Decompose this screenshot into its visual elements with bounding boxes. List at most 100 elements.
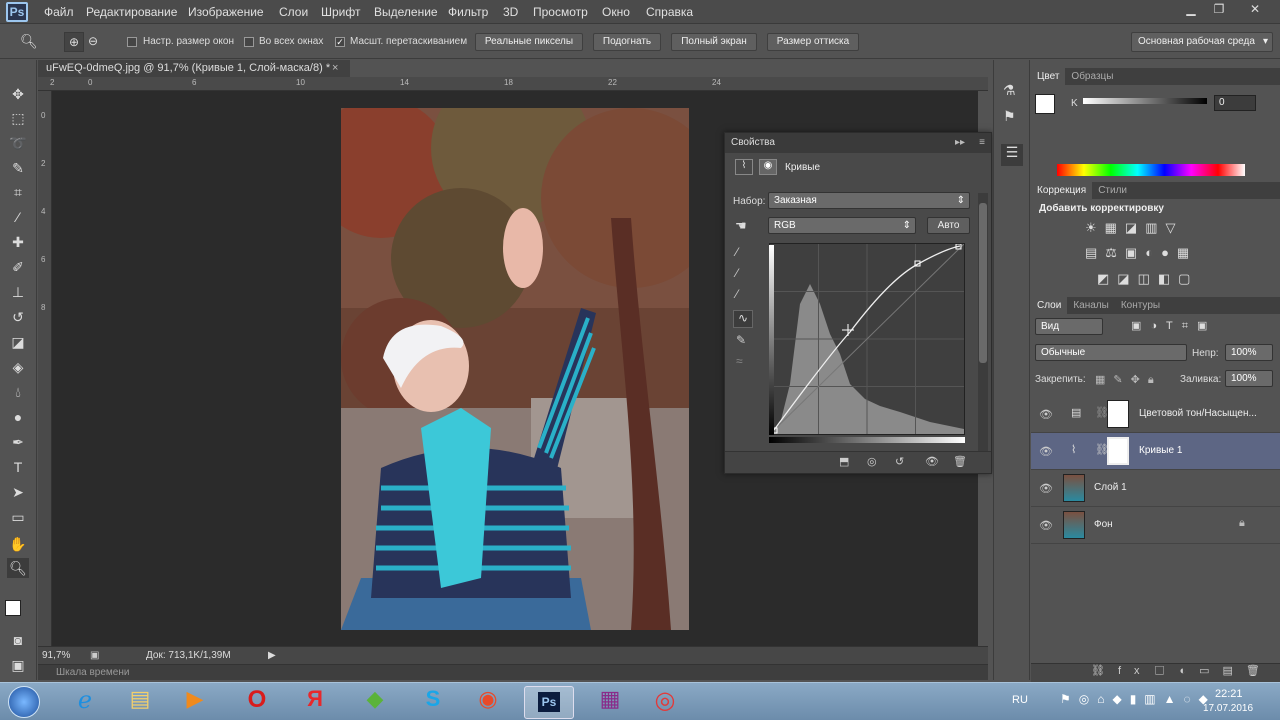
menu-select[interactable]: Выделение <box>374 5 438 19</box>
eraser-tool-icon[interactable]: ◪ <box>7 332 29 352</box>
crop-tool-icon[interactable]: ⌗ <box>7 182 29 202</box>
ie-icon[interactable]: ℯ <box>60 686 110 719</box>
timeline-panel[interactable]: Шкала времени <box>38 664 988 680</box>
foreground-color-swatch[interactable] <box>5 600 21 616</box>
quick-mask-icon[interactable]: ◙ <box>7 630 29 650</box>
resize-windows-checkbox[interactable] <box>127 37 137 47</box>
tab-layers[interactable]: Слои <box>1031 297 1068 314</box>
menu-window[interactable]: Окно <box>602 5 630 19</box>
actual-pixels-button[interactable]: Реальные пикселы <box>475 33 583 51</box>
menu-image[interactable]: Изображение <box>188 5 264 19</box>
white-point-eyedropper-icon[interactable]: ⁄ <box>736 287 738 301</box>
winrar-icon[interactable]: ▦ <box>585 686 635 719</box>
menu-edit[interactable]: Редактирование <box>86 5 177 19</box>
tab-swatches[interactable]: Образцы <box>1065 68 1119 85</box>
screen-mode-icon[interactable]: ▣ <box>7 655 29 675</box>
language-indicator[interactable]: RU <box>1012 694 1028 706</box>
menu-3d[interactable]: 3D <box>503 5 518 19</box>
eye-icon[interactable]: 👁︎ <box>1039 519 1053 532</box>
layer-filter-select[interactable]: Вид <box>1035 318 1103 335</box>
properties-scrollbar[interactable] <box>978 193 988 453</box>
menu-file[interactable]: Файл <box>44 5 74 19</box>
opacity-input[interactable]: 100% <box>1225 344 1273 361</box>
reset-icon[interactable]: ↺ <box>895 455 904 468</box>
scrubby-zoom-checkbox[interactable]: ✓ <box>335 37 345 47</box>
layer-row-selected[interactable]: 👁︎ ⌇ ⛓ Кривые 1 <box>1031 433 1280 470</box>
view-previous-icon[interactable]: ◎ <box>867 455 877 468</box>
mask-icon[interactable]: ◉ <box>759 159 777 175</box>
chrome-icon[interactable]: ◉ <box>463 686 513 719</box>
full-screen-button[interactable]: Полный экран <box>671 33 757 51</box>
eye-icon[interactable]: 👁︎ <box>1039 408 1053 421</box>
trash-icon[interactable]: 🗑︎ <box>953 455 967 468</box>
k-slider[interactable] <box>1083 98 1207 104</box>
close-tab-icon[interactable]: × <box>332 60 338 77</box>
layer-name[interactable]: Фон <box>1094 519 1113 530</box>
menu-layers[interactable]: Слои <box>279 5 308 19</box>
layer-row[interactable]: 👁︎ Фон 🔒︎ <box>1031 507 1280 544</box>
print-size-button[interactable]: Размер оттиска <box>767 33 859 51</box>
zoom-in-icon[interactable]: ⊕ <box>64 32 84 52</box>
pen-tool-icon[interactable]: ✒ <box>7 432 29 452</box>
history-icon[interactable]: ⚗ <box>1003 82 1016 99</box>
adjustment-icons-row1[interactable]: ☀▦◪▥▽ <box>1085 220 1184 236</box>
quick-select-tool-icon[interactable]: ✎ <box>7 158 29 178</box>
panel-menu-icon[interactable]: ≡ <box>979 133 985 153</box>
fit-screen-button[interactable]: Подогнать <box>593 33 661 51</box>
auto-button[interactable]: Авто <box>927 217 970 234</box>
eye-icon[interactable]: 👁︎ <box>1039 482 1053 495</box>
clock-time[interactable]: 22:21 <box>1215 688 1243 700</box>
document-photo[interactable] <box>341 108 689 630</box>
foreground-swatch[interactable] <box>1035 94 1055 114</box>
start-button[interactable] <box>8 686 40 718</box>
status-info-icon[interactable]: ▣ <box>90 650 99 661</box>
status-menu-arrow-icon[interactable]: ▶ <box>268 650 276 661</box>
tab-paths[interactable]: Контуры <box>1115 297 1166 314</box>
tab-styles[interactable]: Стили <box>1092 182 1133 199</box>
preset-select[interactable]: Заказная ⇕ <box>768 192 970 209</box>
bluestacks-icon[interactable]: ◆ <box>350 686 400 719</box>
scroll-thumb[interactable] <box>979 203 987 363</box>
clip-to-layer-icon[interactable]: ⬒ <box>839 455 849 468</box>
skype-icon[interactable]: S <box>408 686 458 719</box>
gray-point-eyedropper-icon[interactable]: ⁄ <box>736 266 738 280</box>
color-spectrum[interactable] <box>1057 164 1245 176</box>
blend-mode-select[interactable]: Обычные <box>1035 344 1187 361</box>
opera-icon[interactable]: O <box>232 686 282 719</box>
history-brush-tool-icon[interactable]: ↺ <box>7 307 29 327</box>
black-point-eyedropper-icon[interactable]: ⁄ <box>736 245 738 259</box>
visibility-icon[interactable]: 👁︎ <box>925 455 939 468</box>
smooth-curve-icon[interactable]: ≈ <box>736 354 743 368</box>
pencil-curve-icon[interactable]: ✎ <box>736 333 746 347</box>
properties-icon[interactable]: ☰ <box>1001 144 1023 166</box>
menu-type[interactable]: Шрифт <box>321 5 360 19</box>
hand-tool-icon[interactable]: ✋ <box>7 534 29 554</box>
tray-icons[interactable]: ⚑◎⌂◆▮▥▲◌◆ <box>1060 692 1216 706</box>
clock-date[interactable]: 17.07.2016 <box>1203 703 1253 714</box>
shape-tool-icon[interactable]: ▭ <box>7 507 29 527</box>
document-tab[interactable]: uFwEQ-0dmeQ.jpg @ 91,7% (Кривые 1, Слой-… <box>38 60 350 77</box>
zoom-out-icon[interactable]: ⊖ <box>88 34 98 48</box>
zoom-level[interactable]: 91,7% <box>42 650 70 661</box>
stamp-tool-icon[interactable]: ⊥ <box>7 282 29 302</box>
properties-title-bar[interactable]: Свойства ▸▸ ≡ <box>725 133 991 153</box>
layer-row[interactable]: 👁︎ Слой 1 <box>1031 470 1280 507</box>
lock-icons[interactable]: ▦✎✥🔒︎ <box>1095 373 1162 387</box>
zoom-tool-icon[interactable]: 🔍︎ <box>7 558 29 578</box>
zoom-tool-icon[interactable]: 🔍︎ <box>20 33 38 50</box>
layer-name[interactable]: Кривые 1 <box>1139 445 1182 456</box>
actions-icon[interactable]: ⚑ <box>1003 108 1016 125</box>
layer-name[interactable]: Цветовой тон/Насыщен... <box>1139 408 1257 419</box>
type-tool-icon[interactable]: T <box>7 457 29 477</box>
channel-select[interactable]: RGB ⇕ <box>768 217 916 234</box>
healing-tool-icon[interactable]: ✚ <box>7 232 29 252</box>
layer-row[interactable]: 👁︎ ▤ ⛓ Цветовой тон/Насыщен... <box>1031 396 1280 433</box>
collapse-icon[interactable]: ▸▸ <box>955 133 965 153</box>
yandex-icon[interactable]: Я <box>290 686 340 719</box>
path-select-tool-icon[interactable]: ➤ <box>7 482 29 502</box>
fill-input[interactable]: 100% <box>1225 370 1273 387</box>
layers-footer-icons[interactable]: ⛓fx◻◐▭▤🗑︎ <box>1031 663 1280 682</box>
menu-filter[interactable]: Фильтр <box>448 5 488 19</box>
layer-name[interactable]: Слой 1 <box>1094 482 1127 493</box>
blur-tool-icon[interactable]: 💧︎ <box>7 382 29 402</box>
